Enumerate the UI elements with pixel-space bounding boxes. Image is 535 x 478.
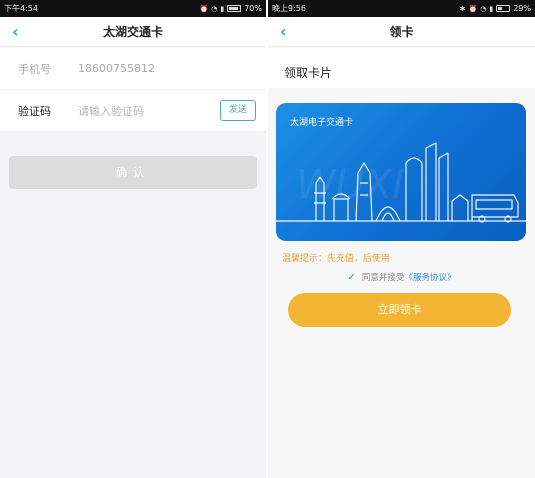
status-bar: 下午4:54 ⏰ ◔ ▮ 70% xyxy=(0,0,266,17)
status-time: 下午4:54 xyxy=(4,4,38,13)
left-screen: 下午4:54 ⏰ ◔ ▮ 70% ‹ 太湖交通卡 手机号 18600755812… xyxy=(0,0,266,478)
phone-row: 手机号 18600755812 xyxy=(0,48,266,90)
wifi-icon: ◔ xyxy=(480,4,487,13)
verify-form: 手机号 18600755812 验证码 请输入验证码 发送 xyxy=(0,48,266,132)
get-card-button[interactable]: 立即领卡 xyxy=(288,293,511,327)
alarm-icon: ⏰ xyxy=(468,4,478,13)
code-input[interactable]: 请输入验证码 xyxy=(78,103,144,119)
code-row: 验证码 请输入验证码 发送 xyxy=(0,90,266,132)
code-label: 验证码 xyxy=(18,104,51,118)
back-arrow-icon[interactable]: ‹ xyxy=(12,22,19,41)
nav-bar: ‹ 太湖交通卡 xyxy=(0,17,266,47)
battery-percent: 29% xyxy=(513,4,531,13)
status-time: 晚上9:56 xyxy=(272,4,306,13)
section-title: 领取卡片 xyxy=(284,66,333,80)
nav-bar: ‹ 领卡 xyxy=(268,17,535,47)
alarm-icon: ⏰ xyxy=(199,4,209,13)
status-bar: 晚上9:56 ✱ ⏰ ◔ ▮ 29% xyxy=(268,0,535,17)
page-title: 领卡 xyxy=(389,25,414,39)
card-title: 太湖电子交通卡 xyxy=(290,118,354,128)
phone-label: 手机号 xyxy=(18,62,51,76)
back-arrow-icon[interactable]: ‹ xyxy=(280,22,287,41)
status-icons: ⏰ ◔ ▮ 70% xyxy=(200,4,262,13)
check-icon[interactable]: ✓ xyxy=(348,272,356,283)
service-agreement-link[interactable]: 《服务协议》 xyxy=(404,273,455,283)
agreement-row: ✓ 同意并接受《服务协议》 xyxy=(268,271,535,284)
bluetooth-icon: ✱ xyxy=(459,4,466,13)
wifi-icon: ◔ xyxy=(211,4,218,13)
right-screen: 晚上9:56 ✱ ⏰ ◔ ▮ 29% ‹ 领卡 领取卡片 WUXI 太湖电子交通… xyxy=(268,0,535,478)
tip-text: 温馨提示：先充值，后使用 xyxy=(282,254,391,264)
page-title: 太湖交通卡 xyxy=(102,25,163,39)
battery-icon xyxy=(496,5,511,12)
agreement-text: 同意并接受 xyxy=(361,273,405,283)
signal-icon: ▮ xyxy=(220,4,225,13)
transit-card[interactable]: WUXI 太湖电子交通卡 xyxy=(276,103,526,241)
battery-icon xyxy=(227,5,242,12)
confirm-button[interactable]: 确认 xyxy=(9,156,257,189)
send-code-button[interactable]: 发送 xyxy=(219,100,256,121)
status-icons: ✱ ⏰ ◔ ▮ 29% xyxy=(460,4,531,13)
phone-value: 18600755812 xyxy=(78,62,155,75)
battery-percent: 70% xyxy=(244,4,262,13)
signal-icon: ▮ xyxy=(489,4,494,13)
svg-text:WUXI: WUXI xyxy=(296,162,404,208)
